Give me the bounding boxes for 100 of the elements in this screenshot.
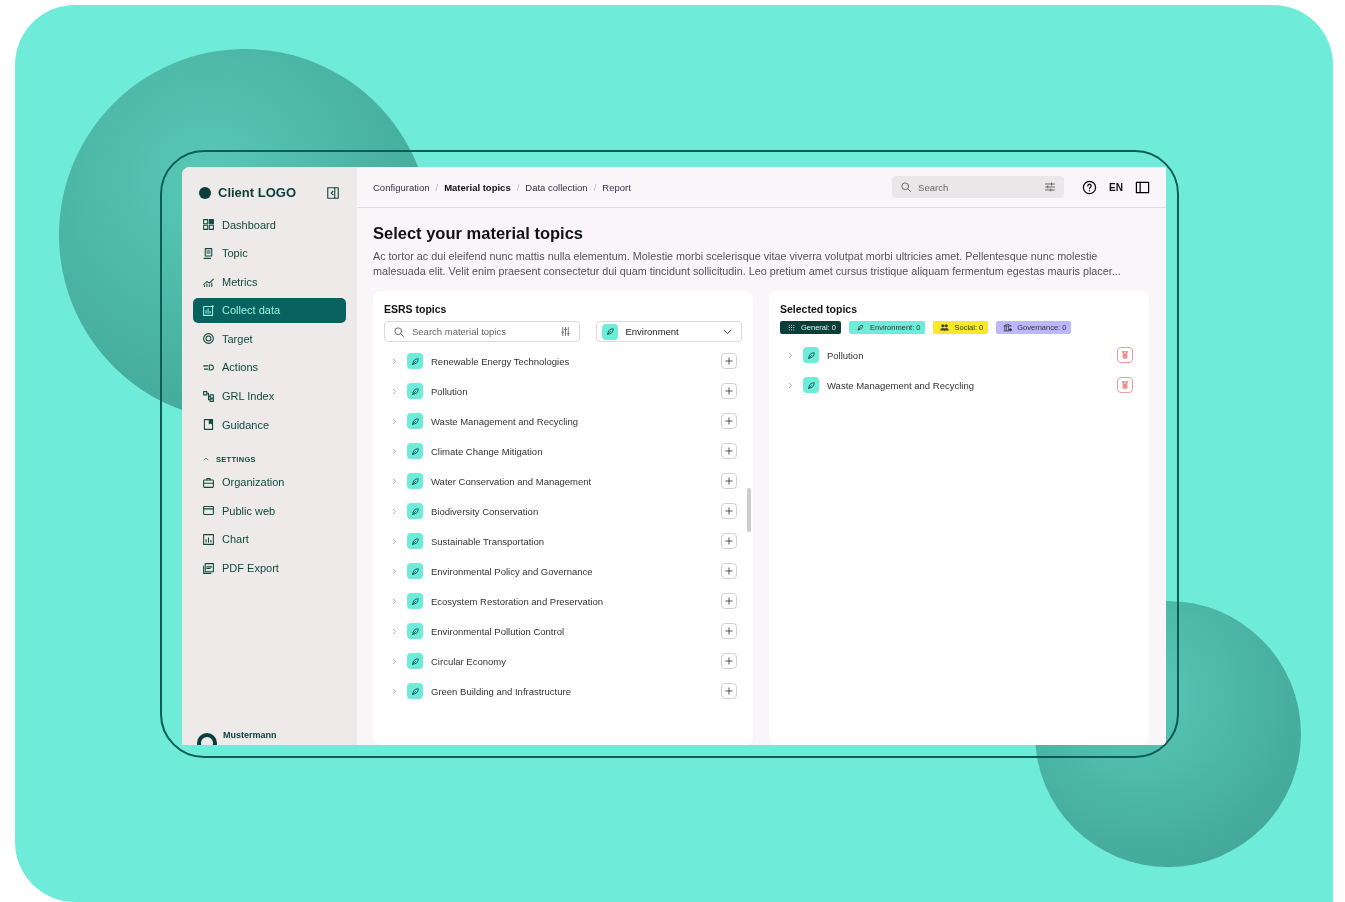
breadcrumb-link[interactable]: Material topics	[444, 181, 511, 193]
nav-item[interactable]: Collect data	[193, 297, 346, 323]
add-button[interactable]	[721, 623, 737, 639]
nav-item[interactable]: GRL Index	[193, 383, 346, 409]
plus-icon	[724, 686, 734, 696]
breadcrumb-link[interactable]: Report	[602, 181, 631, 193]
nav-item[interactable]: Dashboard	[193, 212, 346, 237]
grid-icon	[202, 218, 215, 231]
nav-item[interactable]: Target	[193, 326, 346, 352]
add-button[interactable]	[721, 413, 737, 429]
delete-button[interactable]	[1117, 377, 1133, 393]
leaf-icon	[409, 355, 421, 367]
add-button[interactable]	[721, 533, 737, 549]
line-chart-icon	[202, 275, 215, 289]
plus-icon	[724, 596, 734, 606]
leaf-icon	[409, 655, 421, 667]
leaf-icon	[805, 379, 817, 391]
add-button[interactable]	[721, 683, 737, 699]
logo-dot	[199, 186, 211, 199]
search-icon	[900, 181, 913, 193]
topic-name: Sustainable Transportation	[431, 535, 546, 547]
nav-item[interactable]: Organization	[193, 469, 346, 495]
plus-icon	[724, 356, 734, 366]
trash-icon	[1120, 380, 1130, 390]
add-button[interactable]	[721, 383, 737, 399]
document-icon	[202, 246, 215, 260]
nav-item[interactable]: Guidance	[193, 412, 346, 438]
nav-item[interactable]: Topic	[193, 240, 346, 266]
chevron-right-icon	[390, 416, 399, 426]
leaf-icon	[409, 475, 421, 487]
hierarchy-icon	[202, 389, 215, 403]
chevron-right-icon	[390, 506, 399, 516]
plus-icon	[724, 386, 734, 396]
book-icon	[202, 418, 215, 432]
plus-icon	[724, 416, 734, 426]
chevron-right-icon	[390, 596, 399, 606]
nav-item[interactable]: PDF Export	[193, 555, 346, 581]
leaf-icon	[409, 385, 421, 397]
bar-chart-icon	[202, 532, 215, 546]
plus-icon	[724, 566, 734, 576]
bar-chart-icon	[202, 303, 215, 317]
chevron-right-icon	[390, 626, 399, 636]
delete-button[interactable]	[1117, 347, 1133, 363]
leaf-icon	[856, 323, 866, 332]
topic-name: Waste Management and Recycling	[431, 415, 579, 427]
breadcrumb-link[interactable]: Data collection	[525, 181, 588, 193]
topic-search-field[interactable]: Search material topics	[384, 321, 581, 342]
plus-icon	[724, 656, 734, 666]
breadcrumb-link[interactable]: Configuration	[373, 181, 430, 193]
sliders-icon	[1044, 181, 1057, 193]
leaf-icon	[409, 625, 421, 637]
topic-name: Waste Management and Recycling	[827, 379, 975, 391]
language-button[interactable]: EN	[1107, 181, 1125, 193]
page-title: Select your material topics	[373, 224, 584, 243]
dots-icon	[787, 323, 796, 332]
plus-icon	[724, 446, 734, 456]
chevron-right-icon	[390, 686, 399, 696]
leaf-icon	[409, 565, 421, 577]
chevron-right-icon	[390, 566, 399, 576]
page-description: Ac tortor ac dui eleifend nunc mattis nulla elementum. Molestie morbi scelerisque vitae viverra volutpat morbi ultricies amet. Pellentesque nunc molestie malesuada elit. Velit enim praesent consectetur dui quam tincidunt sollicitudin. Leo pretium amet cursus tristique aliquam fermentum egestas mauris placer...	[373, 249, 1122, 279]
panel-title: Selected topics	[780, 303, 859, 315]
client-logo: Client LOGO	[218, 185, 296, 200]
target-icon	[202, 332, 215, 346]
topic-name: Green Building and Infrastructure	[431, 685, 572, 697]
nav-item[interactable]: Metrics	[193, 269, 346, 295]
category-dropdown[interactable]: Environment	[596, 321, 742, 342]
add-button[interactable]	[721, 473, 737, 489]
add-button[interactable]	[721, 563, 737, 579]
chevron-right-icon	[390, 386, 399, 396]
scrollbar[interactable]	[747, 488, 751, 532]
add-button[interactable]	[721, 653, 737, 669]
topic-name: Circular Economy	[431, 655, 507, 667]
add-button[interactable]	[721, 353, 737, 369]
trash-icon	[1120, 350, 1130, 360]
plus-icon	[724, 476, 734, 486]
search-field[interactable]: Search	[892, 176, 1065, 198]
nav-item[interactable]: Actions	[193, 354, 346, 380]
search-icon	[393, 325, 405, 338]
pdf-file-icon	[202, 561, 215, 575]
briefcase-icon	[202, 475, 215, 489]
chevron-right-icon	[390, 536, 399, 546]
topic-name: Environmental Pollution Control	[431, 625, 566, 637]
leaf-icon	[409, 535, 421, 547]
add-button[interactable]	[721, 593, 737, 609]
sidebar-collapse-icon	[326, 185, 340, 200]
leaf-icon	[409, 505, 421, 517]
help-icon	[1082, 179, 1098, 195]
user-name: Mustermann	[223, 730, 277, 740]
add-button[interactable]	[721, 503, 737, 519]
nav-item[interactable]: Chart	[193, 526, 346, 552]
add-button[interactable]	[721, 443, 737, 459]
breadcrumb-separator: /	[516, 181, 520, 193]
leaf-icon	[604, 326, 616, 337]
topic-name: Pollution	[827, 349, 865, 361]
leaf-icon	[805, 349, 817, 361]
nav-item[interactable]: Public web	[193, 498, 346, 524]
chevron-right-icon	[390, 656, 399, 666]
plus-icon	[724, 506, 734, 516]
topic-name: Water Conservation and Management	[431, 475, 593, 487]
chevron-right-icon	[786, 380, 795, 390]
